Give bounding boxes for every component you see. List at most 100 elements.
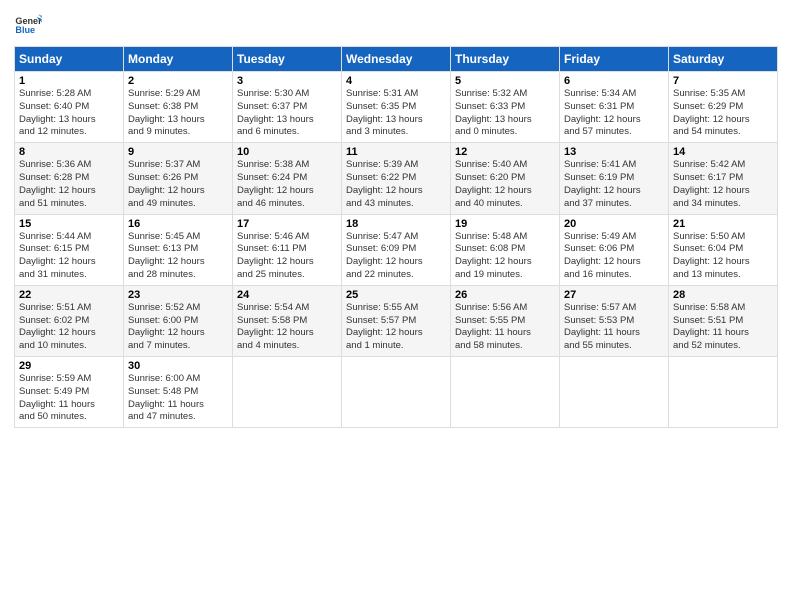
day-number: 22: [19, 289, 119, 301]
calendar-cell: 27Sunrise: 5:57 AMSunset: 5:53 PMDayligh…: [560, 285, 669, 356]
day-info: Sunrise: 5:46 AMSunset: 6:11 PMDaylight:…: [237, 231, 314, 280]
day-number: 2: [128, 75, 228, 87]
calendar-cell: 25Sunrise: 5:55 AMSunset: 5:57 PMDayligh…: [342, 285, 451, 356]
day-number: 25: [346, 289, 446, 301]
page-container: General Blue SundayMondayTuesdayWednesda…: [0, 0, 792, 438]
calendar-cell: 11Sunrise: 5:39 AMSunset: 6:22 PMDayligh…: [342, 143, 451, 214]
calendar-cell: 28Sunrise: 5:58 AMSunset: 5:51 PMDayligh…: [669, 285, 778, 356]
calendar-cell: 1Sunrise: 5:28 AMSunset: 6:40 PMDaylight…: [15, 72, 124, 143]
day-number: 30: [128, 360, 228, 372]
calendar-cell: 17Sunrise: 5:46 AMSunset: 6:11 PMDayligh…: [233, 214, 342, 285]
day-info: Sunrise: 5:29 AMSunset: 6:38 PMDaylight:…: [128, 88, 205, 137]
day-info: Sunrise: 5:58 AMSunset: 5:51 PMDaylight:…: [673, 302, 749, 351]
calendar-cell: 30Sunrise: 6:00 AMSunset: 5:48 PMDayligh…: [124, 357, 233, 428]
week-row-4: 22Sunrise: 5:51 AMSunset: 6:02 PMDayligh…: [15, 285, 778, 356]
calendar-cell: 21Sunrise: 5:50 AMSunset: 6:04 PMDayligh…: [669, 214, 778, 285]
calendar-cell: 6Sunrise: 5:34 AMSunset: 6:31 PMDaylight…: [560, 72, 669, 143]
calendar-cell: 13Sunrise: 5:41 AMSunset: 6:19 PMDayligh…: [560, 143, 669, 214]
calendar-cell: 12Sunrise: 5:40 AMSunset: 6:20 PMDayligh…: [451, 143, 560, 214]
day-number: 14: [673, 146, 773, 158]
calendar-cell: 9Sunrise: 5:37 AMSunset: 6:26 PMDaylight…: [124, 143, 233, 214]
logo-icon: General Blue: [14, 10, 42, 38]
day-number: 24: [237, 289, 337, 301]
calendar-cell: [233, 357, 342, 428]
day-info: Sunrise: 5:32 AMSunset: 6:33 PMDaylight:…: [455, 88, 532, 137]
day-info: Sunrise: 5:44 AMSunset: 6:15 PMDaylight:…: [19, 231, 96, 280]
day-info: Sunrise: 5:49 AMSunset: 6:06 PMDaylight:…: [564, 231, 641, 280]
day-number: 29: [19, 360, 119, 372]
day-info: Sunrise: 5:50 AMSunset: 6:04 PMDaylight:…: [673, 231, 750, 280]
day-number: 13: [564, 146, 664, 158]
day-number: 10: [237, 146, 337, 158]
day-info: Sunrise: 5:34 AMSunset: 6:31 PMDaylight:…: [564, 88, 641, 137]
calendar-cell: 20Sunrise: 5:49 AMSunset: 6:06 PMDayligh…: [560, 214, 669, 285]
day-number: 23: [128, 289, 228, 301]
day-header-thursday: Thursday: [451, 47, 560, 72]
day-info: Sunrise: 6:00 AMSunset: 5:48 PMDaylight:…: [128, 373, 204, 422]
day-info: Sunrise: 5:59 AMSunset: 5:49 PMDaylight:…: [19, 373, 95, 422]
day-header-wednesday: Wednesday: [342, 47, 451, 72]
calendar-cell: [451, 357, 560, 428]
calendar-table: SundayMondayTuesdayWednesdayThursdayFrid…: [14, 46, 778, 428]
day-info: Sunrise: 5:40 AMSunset: 6:20 PMDaylight:…: [455, 159, 532, 208]
day-info: Sunrise: 5:56 AMSunset: 5:55 PMDaylight:…: [455, 302, 531, 351]
calendar-cell: 3Sunrise: 5:30 AMSunset: 6:37 PMDaylight…: [233, 72, 342, 143]
calendar-cell: 14Sunrise: 5:42 AMSunset: 6:17 PMDayligh…: [669, 143, 778, 214]
day-number: 21: [673, 218, 773, 230]
day-number: 20: [564, 218, 664, 230]
calendar-cell: [560, 357, 669, 428]
calendar-cell: 16Sunrise: 5:45 AMSunset: 6:13 PMDayligh…: [124, 214, 233, 285]
day-header-friday: Friday: [560, 47, 669, 72]
day-info: Sunrise: 5:47 AMSunset: 6:09 PMDaylight:…: [346, 231, 423, 280]
day-header-saturday: Saturday: [669, 47, 778, 72]
page-header: General Blue: [14, 10, 778, 38]
calendar-cell: 29Sunrise: 5:59 AMSunset: 5:49 PMDayligh…: [15, 357, 124, 428]
day-header-monday: Monday: [124, 47, 233, 72]
week-row-5: 29Sunrise: 5:59 AMSunset: 5:49 PMDayligh…: [15, 357, 778, 428]
day-header-tuesday: Tuesday: [233, 47, 342, 72]
day-number: 27: [564, 289, 664, 301]
day-info: Sunrise: 5:28 AMSunset: 6:40 PMDaylight:…: [19, 88, 96, 137]
day-number: 7: [673, 75, 773, 87]
day-info: Sunrise: 5:36 AMSunset: 6:28 PMDaylight:…: [19, 159, 96, 208]
calendar-cell: 2Sunrise: 5:29 AMSunset: 6:38 PMDaylight…: [124, 72, 233, 143]
day-number: 11: [346, 146, 446, 158]
day-number: 17: [237, 218, 337, 230]
day-number: 5: [455, 75, 555, 87]
day-info: Sunrise: 5:52 AMSunset: 6:00 PMDaylight:…: [128, 302, 205, 351]
calendar-cell: 5Sunrise: 5:32 AMSunset: 6:33 PMDaylight…: [451, 72, 560, 143]
calendar-cell: 8Sunrise: 5:36 AMSunset: 6:28 PMDaylight…: [15, 143, 124, 214]
week-row-3: 15Sunrise: 5:44 AMSunset: 6:15 PMDayligh…: [15, 214, 778, 285]
calendar-cell: 10Sunrise: 5:38 AMSunset: 6:24 PMDayligh…: [233, 143, 342, 214]
day-number: 19: [455, 218, 555, 230]
day-number: 3: [237, 75, 337, 87]
day-number: 6: [564, 75, 664, 87]
day-number: 12: [455, 146, 555, 158]
day-number: 28: [673, 289, 773, 301]
calendar-cell: 24Sunrise: 5:54 AMSunset: 5:58 PMDayligh…: [233, 285, 342, 356]
day-info: Sunrise: 5:42 AMSunset: 6:17 PMDaylight:…: [673, 159, 750, 208]
calendar-cell: 22Sunrise: 5:51 AMSunset: 6:02 PMDayligh…: [15, 285, 124, 356]
day-info: Sunrise: 5:57 AMSunset: 5:53 PMDaylight:…: [564, 302, 640, 351]
calendar-cell: [342, 357, 451, 428]
calendar-cell: 26Sunrise: 5:56 AMSunset: 5:55 PMDayligh…: [451, 285, 560, 356]
day-number: 26: [455, 289, 555, 301]
day-info: Sunrise: 5:38 AMSunset: 6:24 PMDaylight:…: [237, 159, 314, 208]
calendar-cell: 15Sunrise: 5:44 AMSunset: 6:15 PMDayligh…: [15, 214, 124, 285]
day-info: Sunrise: 5:37 AMSunset: 6:26 PMDaylight:…: [128, 159, 205, 208]
day-info: Sunrise: 5:51 AMSunset: 6:02 PMDaylight:…: [19, 302, 96, 351]
day-number: 9: [128, 146, 228, 158]
day-info: Sunrise: 5:45 AMSunset: 6:13 PMDaylight:…: [128, 231, 205, 280]
calendar-header-row: SundayMondayTuesdayWednesdayThursdayFrid…: [15, 47, 778, 72]
day-info: Sunrise: 5:30 AMSunset: 6:37 PMDaylight:…: [237, 88, 314, 137]
calendar-cell: 18Sunrise: 5:47 AMSunset: 6:09 PMDayligh…: [342, 214, 451, 285]
day-number: 15: [19, 218, 119, 230]
day-number: 4: [346, 75, 446, 87]
svg-text:Blue: Blue: [15, 25, 35, 35]
logo: General Blue: [14, 10, 46, 38]
day-info: Sunrise: 5:39 AMSunset: 6:22 PMDaylight:…: [346, 159, 423, 208]
calendar-cell: 7Sunrise: 5:35 AMSunset: 6:29 PMDaylight…: [669, 72, 778, 143]
calendar-cell: 19Sunrise: 5:48 AMSunset: 6:08 PMDayligh…: [451, 214, 560, 285]
calendar-cell: 4Sunrise: 5:31 AMSunset: 6:35 PMDaylight…: [342, 72, 451, 143]
calendar-cell: 23Sunrise: 5:52 AMSunset: 6:00 PMDayligh…: [124, 285, 233, 356]
